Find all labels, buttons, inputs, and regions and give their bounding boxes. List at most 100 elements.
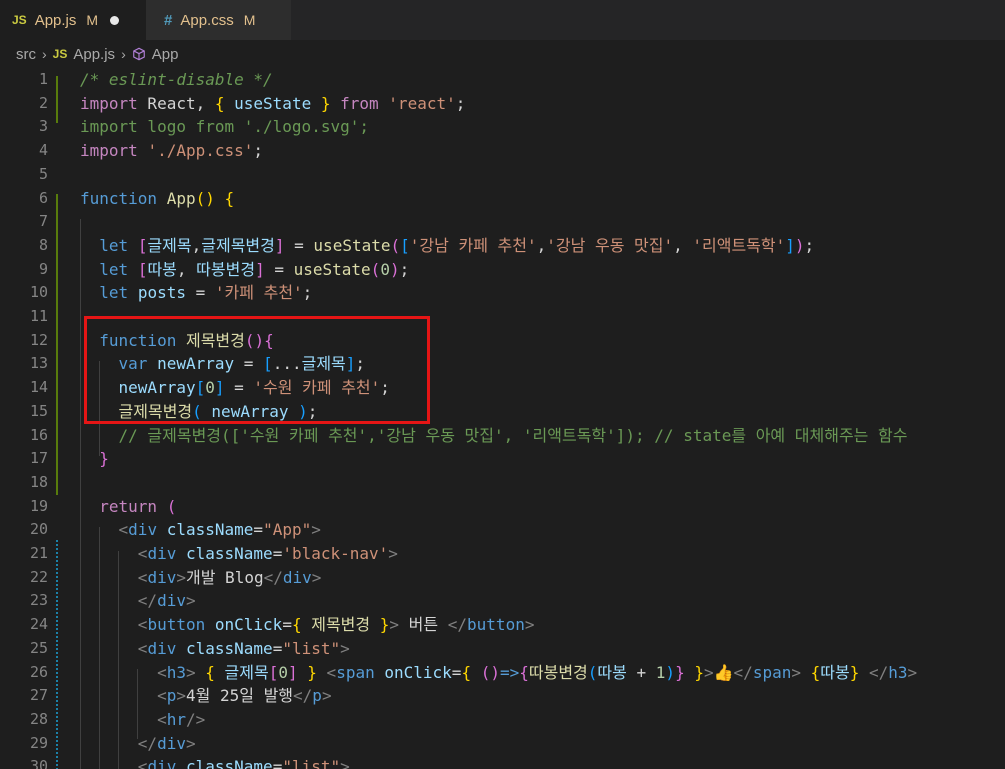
code-text: let [따봉, 따봉변경] = useState(0); xyxy=(80,258,409,282)
code-token: 개발 Blog xyxy=(185,567,264,587)
code-line[interactable]: 16 // 글제목변경(['수원 카페 추천','강남 우동 맛집', '리액트… xyxy=(0,424,1005,448)
code-token: > xyxy=(388,544,398,563)
code-line[interactable]: 11 xyxy=(0,305,1005,329)
code-token: > xyxy=(703,662,714,682)
code-token: useState xyxy=(313,235,391,255)
code-token: </ xyxy=(137,591,158,611)
line-number: 2 xyxy=(38,93,48,112)
code-token: [ xyxy=(195,378,206,398)
code-token: function xyxy=(80,188,158,208)
code-line[interactable]: 30 <div className="list"> xyxy=(0,755,1005,769)
code-line[interactable]: 9 let [따봉, 따봉변경] = useState(0); xyxy=(0,258,1005,282)
breadcrumb-folder[interactable]: src xyxy=(16,46,36,63)
code-token: import xyxy=(80,93,138,113)
code-token: } xyxy=(307,662,317,682)
code-line[interactable]: 2 import React, { useState } from 'react'… xyxy=(0,92,1005,116)
code-token: posts xyxy=(137,283,186,303)
code-token: ) xyxy=(665,662,676,682)
code-token: '강남 카페 추천' xyxy=(409,235,537,255)
breadcrumb-symbol[interactable]: App xyxy=(152,46,179,63)
js-file-icon: JS xyxy=(52,47,68,61)
code-token: 'react' xyxy=(388,93,456,113)
code-token: /* eslint-disable */ xyxy=(80,70,273,89)
line-number: 15 xyxy=(29,401,48,420)
code-token: button xyxy=(467,615,525,635)
code-token: App xyxy=(166,188,196,208)
tab-app-css[interactable]: # App.css M xyxy=(146,0,292,40)
code-line[interactable]: 1 /* eslint-disable */ xyxy=(0,68,1005,92)
code-token: { xyxy=(291,615,302,635)
code-token: { xyxy=(205,662,215,682)
code-line[interactable]: 28 <hr/> xyxy=(0,708,1005,732)
code-line[interactable]: 5 xyxy=(0,163,1005,187)
code-line[interactable]: 21 <div className='black-nav'> xyxy=(0,542,1005,566)
code-line[interactable]: 3 import logo from './logo.svg'; xyxy=(0,115,1005,139)
code-token: function xyxy=(99,330,177,350)
code-line[interactable]: 6 function App() { xyxy=(0,187,1005,211)
code-token: 'black-nav' xyxy=(282,544,389,563)
code-line[interactable]: 25 <div className="list"> xyxy=(0,637,1005,661)
code-token: < xyxy=(137,757,148,769)
code-line[interactable]: 29 </div> xyxy=(0,732,1005,756)
code-line[interactable]: 27 <p>4월 25일 발행</p> xyxy=(0,684,1005,708)
line-number: 25 xyxy=(29,638,48,657)
code-line[interactable]: 14 newArray[0] = '수원 카페 추천'; xyxy=(0,376,1005,400)
code-token: </ xyxy=(447,615,468,635)
breadcrumb-file[interactable]: App.js xyxy=(73,46,115,63)
code-line[interactable]: 20 <div className="App"> xyxy=(0,518,1005,542)
code-token: > xyxy=(185,591,196,611)
code-token: 글제목 xyxy=(147,235,192,255)
code-token: 글제목 xyxy=(224,662,269,682)
code-line[interactable]: 17 } xyxy=(0,447,1005,471)
code-token: // 글제목변경(['수원 카페 추천','강남 우동 맛집', '리액트독학'… xyxy=(118,425,908,445)
code-token: var xyxy=(118,354,148,374)
code-text: } xyxy=(80,447,109,471)
tab-label: App.js xyxy=(34,11,77,29)
code-line[interactable]: 23 </div> xyxy=(0,589,1005,613)
code-line[interactable]: 10 let posts = '카페 추천'; xyxy=(0,281,1005,305)
code-token: h3 xyxy=(166,662,186,682)
code-line[interactable]: 24 <button onClick={ 제목변경 }> 버튼 </button… xyxy=(0,613,1005,637)
code-token: div xyxy=(157,591,186,611)
code-line[interactable]: 26 <h3> { 글제목[0] } <span onClick={ ()=>{… xyxy=(0,661,1005,685)
code-line[interactable]: 4 import './App.css'; xyxy=(0,139,1005,163)
code-token: '강남 우동 맛집' xyxy=(546,235,674,255)
tab-app-js[interactable]: JS App.js M xyxy=(0,0,146,40)
code-line[interactable]: 15 글제목변경( newArray ); xyxy=(0,400,1005,424)
code-text: <div className="list"> xyxy=(80,755,350,769)
code-token: > xyxy=(311,567,322,587)
unsaved-dot-icon[interactable] xyxy=(110,15,120,25)
code-line[interactable]: 18 xyxy=(0,471,1005,495)
code-editor[interactable]: 1 /* eslint-disable */ 2 import React, { us… xyxy=(0,68,1005,769)
code-token: "App" xyxy=(263,520,312,540)
code-text: import './App.css'; xyxy=(80,139,263,163)
code-line[interactable]: 19 return ( xyxy=(0,495,1005,519)
code-token: > xyxy=(185,733,196,753)
code-token: > xyxy=(340,638,350,658)
code-token: ; xyxy=(307,401,318,421)
line-number: 12 xyxy=(29,330,48,349)
code-line[interactable]: 7 xyxy=(0,210,1005,234)
code-token: h3 xyxy=(888,662,908,682)
code-token: > xyxy=(176,686,186,706)
code-line[interactable]: 13 var newArray = [...글제목]; xyxy=(0,352,1005,376)
code-token: ( xyxy=(370,259,381,279)
code-line[interactable]: 12 function 제목변경(){ xyxy=(0,329,1005,353)
code-line[interactable]: 8 let [글제목,글제목변경] = useState(['강남 카페 추천'… xyxy=(0,234,1005,258)
code-token: span xyxy=(752,662,792,682)
code-token: className xyxy=(185,638,273,658)
code-token: = xyxy=(185,283,215,303)
line-number: 17 xyxy=(29,449,48,468)
code-line[interactable]: 22 <div>개발 Blog</div> xyxy=(0,566,1005,590)
